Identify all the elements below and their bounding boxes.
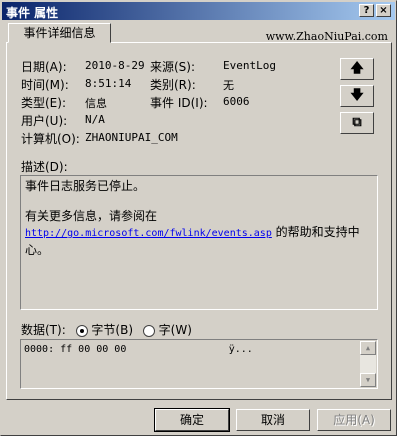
time-label: 时间(M): [21,78,69,92]
description-line-2: 有关更多信息，请参阅在 [25,209,158,223]
user-value: N/A [85,113,105,126]
description-box[interactable]: 事件日志服务已停止。 有关更多信息，请参阅在 http://go.microso… [20,175,378,310]
window-title: 事件 属性 [6,6,59,20]
date-value: 2010-8-29 [85,59,145,72]
help-button[interactable]: ? [359,4,374,17]
description-line-3: http://go.microsoft.com/fwlink/events.as… [25,224,373,258]
data-label: 数据(T): [21,323,66,337]
data-format-row: 数据(T): 字节(B) 字(W) [21,321,192,338]
event-id-value: 6006 [223,95,250,108]
ok-label: 确定 [179,413,204,427]
computer-label: 计算机(O): [21,132,80,146]
date-label: 日期(A): [21,60,67,74]
source-value: EventLog [223,59,276,72]
apply-label: 应用(A) [333,413,375,427]
description-line-1: 事件日志服务已停止。 [25,179,146,193]
ok-button[interactable]: 确定 [154,408,230,432]
bytes-radio[interactable] [75,324,88,337]
data-content: 0000: ff 00 00 00 ÿ... [24,344,253,355]
category-value: 无 [223,79,234,92]
event-id-label: 事件 ID(I): [150,96,208,110]
computer-value: ZHAONIUPAI_COM [85,131,178,144]
bytes-radio-label[interactable]: 字节(B) [91,323,133,337]
words-radio[interactable] [142,324,155,337]
arrow-up-icon: 🡅 [350,61,364,76]
title-bar: 事件 属性 ? × [2,2,395,20]
data-scrollbar[interactable]: ▲ ▼ [360,341,376,387]
arrow-down-icon: 🡇 [350,88,364,103]
close-button[interactable]: × [376,4,391,17]
scroll-down-icon[interactable]: ▼ [360,373,376,387]
apply-button[interactable]: 应用(A) [317,409,391,431]
previous-event-button[interactable]: 🡅 [340,58,374,80]
copy-button[interactable]: ⧉ [340,112,374,134]
event-properties-window: 事件 属性 ? × 事件详细信息 www.ZhaoNiuPai.com 日期(A… [0,0,397,436]
next-event-button[interactable]: 🡇 [340,85,374,107]
data-box[interactable]: 0000: ff 00 00 00 ÿ... ▲ ▼ [20,339,378,389]
words-radio-label[interactable]: 字(W) [159,323,192,337]
user-label: 用户(U): [21,114,68,128]
scroll-up-icon[interactable]: ▲ [360,341,376,355]
description-label: 描述(D): [21,160,68,174]
type-value: 信息 [85,97,107,110]
tab-event-details[interactable]: 事件详细信息 [8,23,111,43]
time-value: 8:51:14 [85,77,132,90]
type-label: 类型(E): [21,96,66,110]
copy-icon: ⧉ [352,115,362,130]
category-label: 类别(R): [150,78,196,92]
source-label: 来源(S): [150,60,196,74]
help-link[interactable]: http://go.microsoft.com/fwlink/events.as… [25,228,272,239]
cancel-label: 取消 [260,413,285,427]
cancel-button[interactable]: 取消 [236,409,310,431]
